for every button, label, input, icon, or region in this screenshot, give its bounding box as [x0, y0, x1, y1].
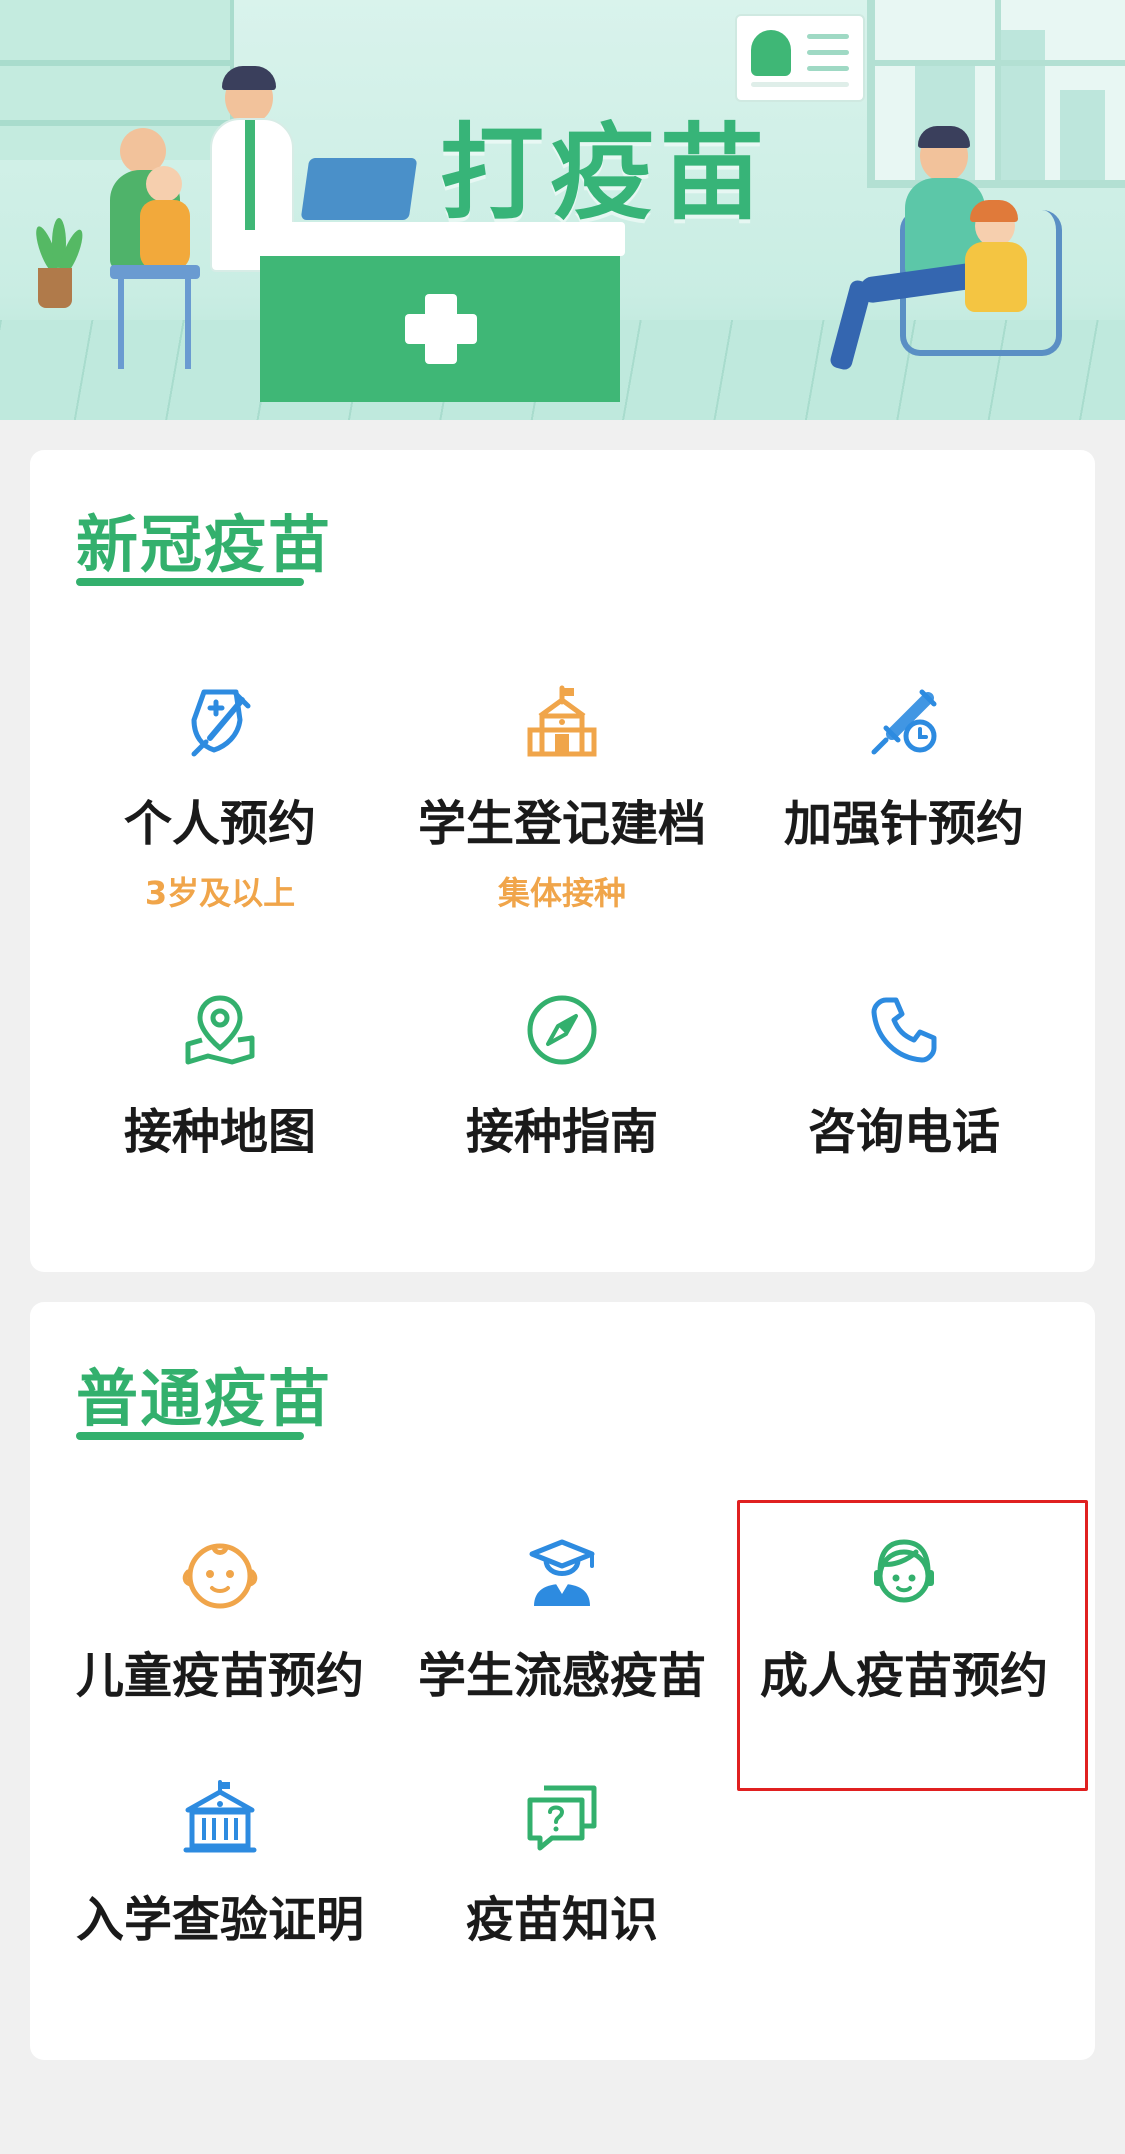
item-sublabel: 集体接种 [497, 874, 626, 912]
highlight-box [737, 1500, 1088, 1791]
item-label: 咨询电话 [807, 1104, 1000, 1160]
item-label: 个人预约 [123, 796, 316, 852]
child-vaccine-appointment-item[interactable]: 儿童疫苗预约 [50, 1534, 390, 1706]
covid-vaccine-card: 新冠疫苗 个人预约 3岁及以上 学生登记建档 集体接种 加强针预约 接种地图 接… [30, 450, 1095, 1272]
school-building-icon [183, 1780, 257, 1853]
item-label: 接种地图 [123, 1104, 316, 1160]
student-registration-item[interactable]: 学生登记建档 集体接种 [392, 682, 732, 914]
item-label: 学生流感疫苗 [417, 1648, 706, 1704]
item-label: 入学查验证明 [75, 1892, 364, 1948]
vaccination-map-item[interactable]: 接种地图 [50, 990, 390, 1162]
student-flu-vaccine-item[interactable]: 学生流感疫苗 [392, 1534, 732, 1706]
window [867, 0, 1125, 188]
vaccination-guide-item[interactable]: 接种指南 [392, 990, 732, 1162]
monitor [300, 158, 418, 220]
vaccine-page: 打疫苗 新冠疫苗 个人预约 3岁及以上 学生登记建档 集体接种 加强针预约 接种… [0, 0, 1125, 2154]
pharmacy-shelf [0, 0, 234, 160]
booster-appointment-item[interactable]: 加强针预约 [734, 682, 1074, 854]
compass-icon [527, 995, 597, 1065]
baby-face-icon [182, 1543, 258, 1609]
section-underline [76, 578, 304, 586]
covid-section-title: 新冠疫苗 [76, 508, 333, 581]
item-label: 疫苗知识 [465, 1892, 658, 1948]
enrollment-certificate-item[interactable]: 入学查验证明 [50, 1778, 390, 1950]
banner-title: 打疫苗 [440, 112, 771, 234]
vaccine-knowledge-item[interactable]: 疫苗知识 [392, 1778, 732, 1950]
item-label: 儿童疫苗预约 [75, 1648, 364, 1704]
map-pin-icon [185, 995, 255, 1065]
section-underline [76, 1432, 304, 1440]
syringe-clock-icon [871, 689, 937, 755]
shield-syringe-icon [191, 689, 251, 757]
hotline-item[interactable]: 咨询电话 [734, 990, 1074, 1162]
item-sublabel: 3岁及以上 [144, 874, 296, 912]
item-label: 学生登记建档 [417, 796, 706, 852]
personal-appointment-item[interactable]: 个人预约 3岁及以上 [50, 682, 390, 914]
vaccine-banner: 打疫苗 [0, 0, 1125, 420]
phone-icon [871, 997, 937, 1063]
question-chat-icon [527, 1785, 597, 1851]
item-label: 接种指南 [465, 1104, 658, 1160]
regular-section-title: 普通疫苗 [76, 1362, 333, 1435]
item-label: 加强针预约 [783, 796, 1024, 852]
student-icon [529, 1539, 595, 1606]
school-icon [527, 685, 597, 757]
